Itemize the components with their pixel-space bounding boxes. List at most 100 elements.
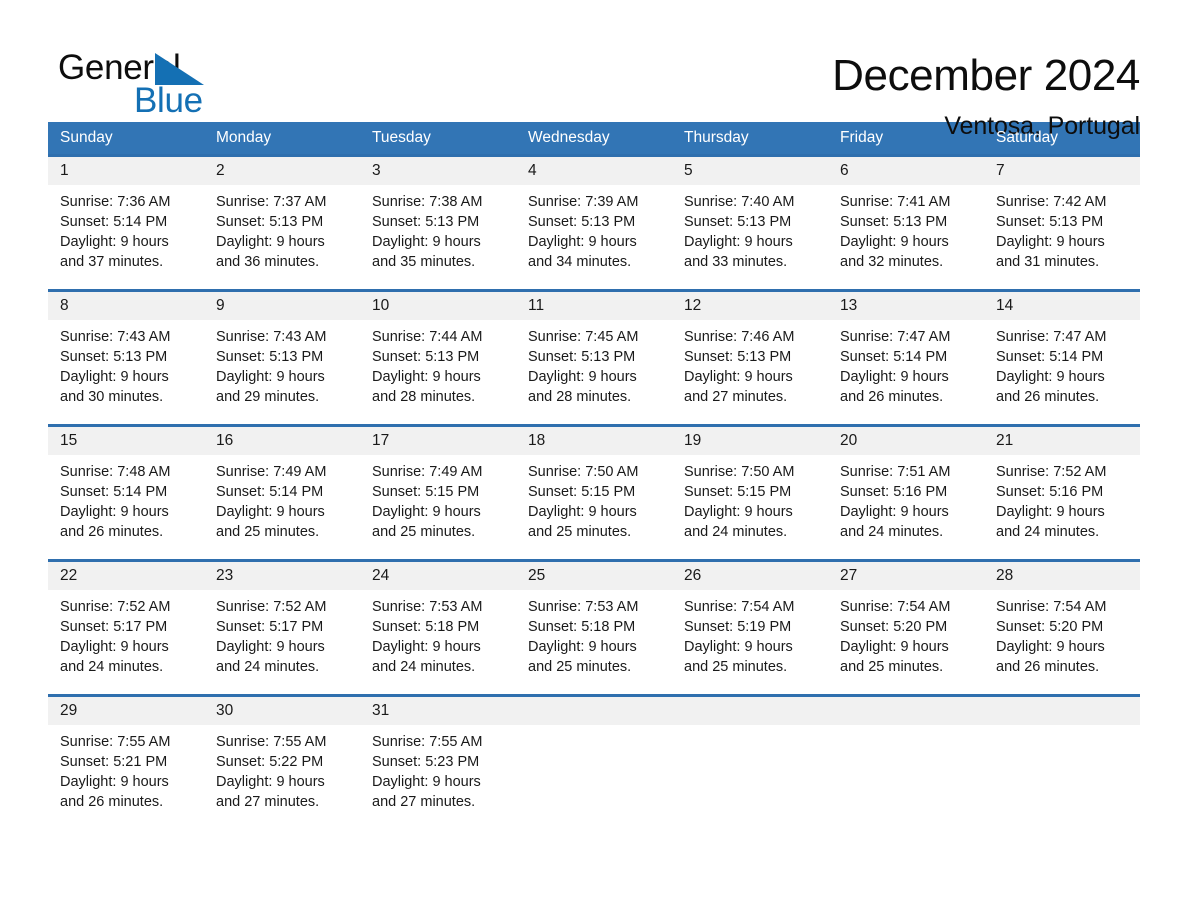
day-number[interactable]: 3 (360, 157, 516, 185)
daylight-text-line2: and 24 minutes. (684, 524, 788, 540)
day-cell[interactable]: Sunrise: 7:55 AM Sunset: 5:21 PM Dayligh… (48, 725, 204, 829)
daylight-text-line1: Daylight: 9 hours (684, 234, 793, 250)
day-cell[interactable]: Sunrise: 7:48 AM Sunset: 5:14 PM Dayligh… (48, 455, 204, 559)
day-number[interactable]: 20 (828, 427, 984, 455)
day-number[interactable]: 26 (672, 562, 828, 590)
sunrise-text: Sunrise: 7:36 AM (60, 194, 171, 210)
sunrise-text: Sunrise: 7:54 AM (840, 599, 951, 615)
day-number[interactable]: 13 (828, 292, 984, 320)
day-cell[interactable]: Sunrise: 7:45 AM Sunset: 5:13 PM Dayligh… (516, 320, 672, 424)
day-number[interactable]: 6 (828, 157, 984, 185)
day-cell[interactable]: Sunrise: 7:49 AM Sunset: 5:15 PM Dayligh… (360, 455, 516, 559)
day-number[interactable]: 8 (48, 292, 204, 320)
day-cell[interactable]: Sunrise: 7:46 AM Sunset: 5:13 PM Dayligh… (672, 320, 828, 424)
day-cell[interactable]: Sunrise: 7:39 AM Sunset: 5:13 PM Dayligh… (516, 185, 672, 289)
generalblue-logo[interactable]: General Blue (58, 48, 258, 120)
daylight-text-line2: and 27 minutes. (216, 794, 320, 810)
day-number-empty (984, 697, 1140, 725)
day-cell[interactable]: Sunrise: 7:47 AM Sunset: 5:14 PM Dayligh… (828, 320, 984, 424)
daylight-text-line2: and 26 minutes. (60, 524, 164, 540)
daylight-text-line1: Daylight: 9 hours (372, 639, 481, 655)
day-number[interactable]: 16 (204, 427, 360, 455)
day-number[interactable]: 12 (672, 292, 828, 320)
day-cell[interactable]: Sunrise: 7:55 AM Sunset: 5:22 PM Dayligh… (204, 725, 360, 829)
daylight-text-line2: and 33 minutes. (684, 254, 788, 270)
sunset-text: Sunset: 5:13 PM (996, 214, 1104, 230)
day-cell[interactable]: Sunrise: 7:50 AM Sunset: 5:15 PM Dayligh… (672, 455, 828, 559)
sunset-text: Sunset: 5:16 PM (996, 484, 1104, 500)
day-number[interactable]: 5 (672, 157, 828, 185)
sunrise-text: Sunrise: 7:47 AM (840, 329, 951, 345)
day-number[interactable]: 21 (984, 427, 1140, 455)
day-cell[interactable]: Sunrise: 7:38 AM Sunset: 5:13 PM Dayligh… (360, 185, 516, 289)
day-cell[interactable]: Sunrise: 7:41 AM Sunset: 5:13 PM Dayligh… (828, 185, 984, 289)
sunset-text: Sunset: 5:18 PM (372, 619, 480, 635)
day-number[interactable]: 10 (360, 292, 516, 320)
day-cell[interactable]: Sunrise: 7:36 AM Sunset: 5:14 PM Dayligh… (48, 185, 204, 289)
day-cell[interactable]: Sunrise: 7:43 AM Sunset: 5:13 PM Dayligh… (48, 320, 204, 424)
day-cell[interactable]: Sunrise: 7:54 AM Sunset: 5:20 PM Dayligh… (984, 590, 1140, 694)
sunrise-text: Sunrise: 7:53 AM (528, 599, 639, 615)
day-detail-row: Sunrise: 7:48 AM Sunset: 5:14 PM Dayligh… (48, 455, 1140, 559)
day-cell[interactable]: Sunrise: 7:53 AM Sunset: 5:18 PM Dayligh… (360, 590, 516, 694)
daylight-text-line1: Daylight: 9 hours (528, 369, 637, 385)
day-cell[interactable]: Sunrise: 7:37 AM Sunset: 5:13 PM Dayligh… (204, 185, 360, 289)
sunrise-text: Sunrise: 7:49 AM (216, 464, 327, 480)
day-number[interactable]: 17 (360, 427, 516, 455)
sunset-text: Sunset: 5:13 PM (684, 214, 792, 230)
day-number[interactable]: 19 (672, 427, 828, 455)
day-number[interactable]: 15 (48, 427, 204, 455)
day-number[interactable]: 18 (516, 427, 672, 455)
sunset-text: Sunset: 5:13 PM (60, 349, 168, 365)
day-number[interactable]: 27 (828, 562, 984, 590)
daylight-text-line2: and 25 minutes. (372, 524, 476, 540)
day-number[interactable]: 1 (48, 157, 204, 185)
daylight-text-line1: Daylight: 9 hours (996, 504, 1105, 520)
sunset-text: Sunset: 5:22 PM (216, 754, 324, 770)
daylight-text-line1: Daylight: 9 hours (60, 639, 169, 655)
sunrise-text: Sunrise: 7:52 AM (60, 599, 171, 615)
day-cell[interactable]: Sunrise: 7:54 AM Sunset: 5:20 PM Dayligh… (828, 590, 984, 694)
day-number[interactable]: 4 (516, 157, 672, 185)
day-number[interactable]: 7 (984, 157, 1140, 185)
day-cell[interactable]: Sunrise: 7:47 AM Sunset: 5:14 PM Dayligh… (984, 320, 1140, 424)
day-number[interactable]: 22 (48, 562, 204, 590)
day-number-empty (516, 697, 672, 725)
sunrise-text: Sunrise: 7:42 AM (996, 194, 1107, 210)
daylight-text-line1: Daylight: 9 hours (216, 639, 325, 655)
day-number-band: 8 9 10 11 12 13 14 (48, 292, 1140, 320)
sunset-text: Sunset: 5:13 PM (684, 349, 792, 365)
calendar-week-row: 8 9 10 11 12 13 14 Sunrise: 7:43 AM Suns… (48, 289, 1140, 424)
day-cell[interactable]: Sunrise: 7:52 AM Sunset: 5:17 PM Dayligh… (204, 590, 360, 694)
day-cell[interactable]: Sunrise: 7:42 AM Sunset: 5:13 PM Dayligh… (984, 185, 1140, 289)
day-number-empty (828, 697, 984, 725)
day-number[interactable]: 14 (984, 292, 1140, 320)
day-cell[interactable]: Sunrise: 7:52 AM Sunset: 5:16 PM Dayligh… (984, 455, 1140, 559)
day-number[interactable]: 24 (360, 562, 516, 590)
day-number[interactable]: 9 (204, 292, 360, 320)
day-cell[interactable]: Sunrise: 7:44 AM Sunset: 5:13 PM Dayligh… (360, 320, 516, 424)
day-number[interactable]: 28 (984, 562, 1140, 590)
day-number[interactable]: 30 (204, 697, 360, 725)
day-number[interactable]: 25 (516, 562, 672, 590)
day-number[interactable]: 23 (204, 562, 360, 590)
daylight-text-line1: Daylight: 9 hours (528, 234, 637, 250)
day-cell[interactable]: Sunrise: 7:54 AM Sunset: 5:19 PM Dayligh… (672, 590, 828, 694)
day-cell[interactable]: Sunrise: 7:40 AM Sunset: 5:13 PM Dayligh… (672, 185, 828, 289)
day-number[interactable]: 29 (48, 697, 204, 725)
calendar-week-row: 15 16 17 18 19 20 21 Sunrise: 7:48 AM Su… (48, 424, 1140, 559)
daylight-text-line1: Daylight: 9 hours (216, 234, 325, 250)
day-cell[interactable]: Sunrise: 7:50 AM Sunset: 5:15 PM Dayligh… (516, 455, 672, 559)
day-number[interactable]: 31 (360, 697, 516, 725)
day-cell[interactable]: Sunrise: 7:55 AM Sunset: 5:23 PM Dayligh… (360, 725, 516, 829)
sunset-text: Sunset: 5:21 PM (60, 754, 168, 770)
sunrise-text: Sunrise: 7:50 AM (528, 464, 639, 480)
day-cell[interactable]: Sunrise: 7:43 AM Sunset: 5:13 PM Dayligh… (204, 320, 360, 424)
day-number[interactable]: 11 (516, 292, 672, 320)
day-cell[interactable]: Sunrise: 7:51 AM Sunset: 5:16 PM Dayligh… (828, 455, 984, 559)
day-cell[interactable]: Sunrise: 7:53 AM Sunset: 5:18 PM Dayligh… (516, 590, 672, 694)
day-cell[interactable]: Sunrise: 7:52 AM Sunset: 5:17 PM Dayligh… (48, 590, 204, 694)
day-number[interactable]: 2 (204, 157, 360, 185)
sunrise-text: Sunrise: 7:55 AM (60, 734, 171, 750)
day-cell[interactable]: Sunrise: 7:49 AM Sunset: 5:14 PM Dayligh… (204, 455, 360, 559)
